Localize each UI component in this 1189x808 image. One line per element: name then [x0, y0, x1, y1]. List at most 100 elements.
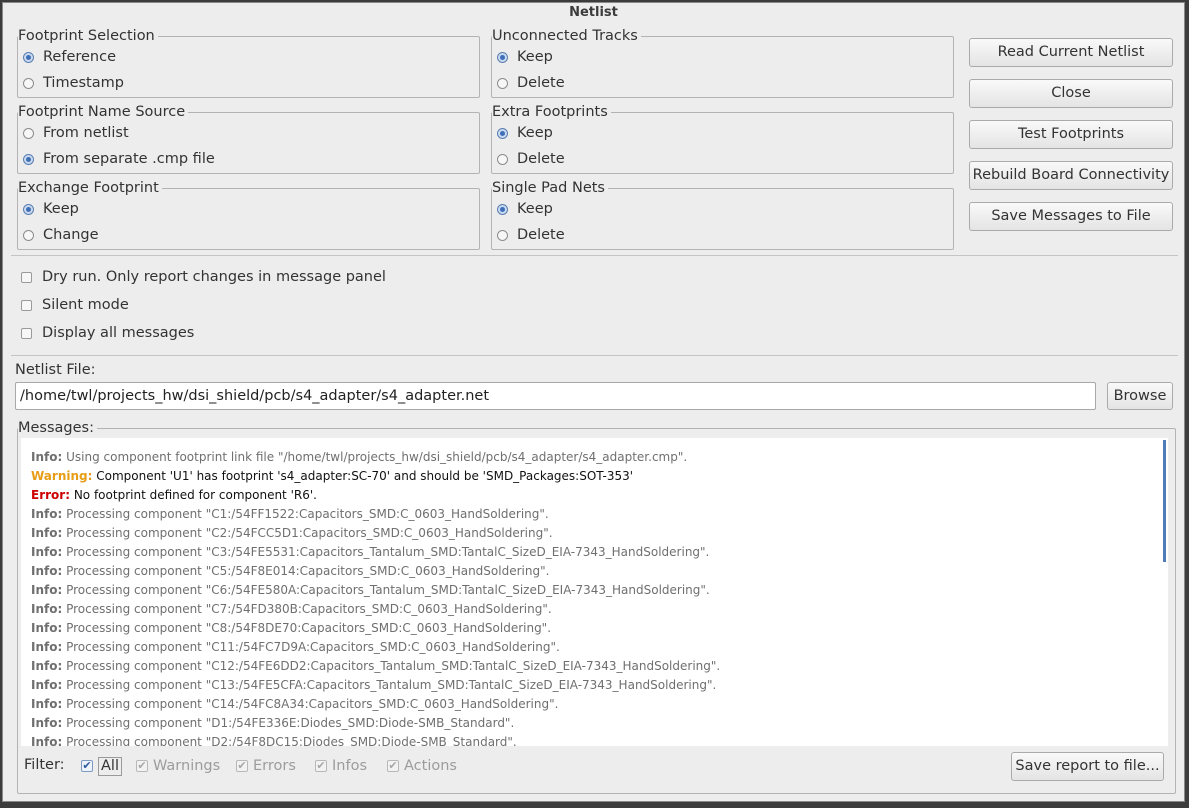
single-pad-nets-group: Single Pad Nets Keep Delete [491, 179, 954, 250]
message-severity: Info: [31, 735, 63, 746]
message-text: Processing component "C1:/54FF1522:Capac… [66, 507, 549, 521]
save-messages-button[interactable]: Save Messages to File [969, 202, 1173, 231]
message-severity: Info: [31, 526, 63, 540]
messages-scrollbar[interactable] [1163, 440, 1166, 562]
message-severity: Info: [31, 697, 63, 711]
radio-indicator[interactable] [23, 127, 34, 139]
messages-panel[interactable]: Info: Using component footprint link fil… [21, 438, 1168, 746]
footprint-selection-group: Footprint Selection Reference Timestamp [17, 27, 480, 98]
message-text: Processing component "C13:/54FE5CFA:Capa… [66, 678, 717, 692]
radio-tracks-keep[interactable]: Keep [497, 46, 553, 68]
separator [11, 355, 1178, 356]
radio-indicator[interactable] [497, 203, 508, 215]
display-all-messages-checkbox[interactable]: Display all messages [21, 323, 194, 343]
radio-timestamp[interactable]: Timestamp [23, 72, 124, 94]
radio-indicator[interactable] [23, 203, 34, 215]
radio-indicator[interactable] [497, 153, 508, 165]
check-icon[interactable]: ✔ [136, 760, 148, 772]
message-text: Processing component "C2:/54FCC5D1:Capac… [66, 526, 553, 540]
message-severity: Info: [31, 640, 63, 654]
message-severity: Info: [31, 545, 63, 559]
browse-button[interactable]: Browse [1107, 382, 1173, 410]
footprint-name-source-label: Footprint Name Source [18, 103, 189, 121]
message-severity: Info: [31, 716, 63, 730]
radio-tracks-delete[interactable]: Delete [497, 72, 565, 94]
message-text: Component 'U1' has footprint 's4_adapter… [96, 469, 634, 483]
filter-all-checkbox[interactable]: ✔ All [81, 756, 122, 776]
radio-indicator[interactable] [497, 229, 508, 241]
message-line: Info: Processing component "C11:/54FC7D9… [31, 640, 560, 654]
radio-indicator[interactable] [23, 153, 34, 165]
radio-indicator[interactable] [497, 127, 508, 139]
dialog-title: Netlist [569, 5, 618, 20]
message-line: Info: Processing component "D2:/54F8DC15… [31, 735, 517, 746]
radio-indicator[interactable] [497, 51, 508, 63]
footprint-selection-label: Footprint Selection [18, 27, 158, 45]
message-severity: Info: [31, 583, 63, 597]
separator [11, 255, 1178, 256]
radio-padnets-keep[interactable]: Keep [497, 198, 553, 220]
message-line: Info: Processing component "C1:/54FF1522… [31, 507, 549, 521]
filter-warnings-checkbox[interactable]: ✔ Warnings [136, 756, 220, 776]
checkbox-box[interactable] [21, 271, 32, 283]
message-text: Processing component "C11:/54FC7D9A:Capa… [66, 640, 560, 654]
radio-padnets-delete[interactable]: Delete [497, 224, 565, 246]
radio-from-netlist[interactable]: From netlist [23, 122, 129, 144]
checkbox-box[interactable] [21, 299, 32, 311]
close-button[interactable]: Close [969, 79, 1173, 108]
check-icon[interactable]: ✔ [236, 760, 248, 772]
message-text: Processing component "C5:/54F8E014:Capac… [66, 564, 550, 578]
message-line: Info: Processing component "D1:/54FE336E… [31, 716, 514, 730]
message-text: No footprint defined for component 'R6'. [73, 488, 317, 502]
radio-indicator[interactable] [23, 77, 34, 89]
message-line: Info: Processing component "C12:/54FE6DD… [31, 659, 720, 673]
netlist-file-input[interactable]: /home/twl/projects_hw/dsi_shield/pcb/s4_… [15, 382, 1096, 410]
check-icon[interactable]: ✔ [315, 760, 327, 772]
dry-run-checkbox[interactable]: Dry run. Only report changes in message … [21, 267, 386, 287]
filter-errors-checkbox[interactable]: ✔ Errors [236, 756, 296, 776]
filter-infos-checkbox[interactable]: ✔ Infos [315, 756, 367, 776]
message-text: Processing component "C7:/54FD380B:Capac… [66, 602, 552, 616]
radio-exchange-keep[interactable]: Keep [23, 198, 79, 220]
rebuild-board-connectivity-button[interactable]: Rebuild Board Connectivity [969, 161, 1173, 190]
unconnected-tracks-label: Unconnected Tracks [492, 27, 641, 45]
check-icon[interactable]: ✔ [387, 760, 399, 772]
checkbox-box[interactable] [21, 327, 32, 339]
radio-reference[interactable]: Reference [23, 46, 116, 68]
message-text: Processing component "C6:/54FE580A:Capac… [66, 583, 710, 597]
save-report-button[interactable]: Save report to file... [1011, 752, 1164, 781]
message-text: Processing component "C3:/54FE5531:Capac… [66, 545, 710, 559]
radio-indicator[interactable] [23, 229, 34, 241]
message-severity: Info: [31, 564, 63, 578]
radio-exchange-change[interactable]: Change [23, 224, 99, 246]
filter-actions-checkbox[interactable]: ✔ Actions [387, 756, 457, 776]
test-footprints-button[interactable]: Test Footprints [969, 120, 1173, 149]
silent-mode-checkbox[interactable]: Silent mode [21, 295, 129, 315]
message-line: Info: Processing component "C5:/54F8E014… [31, 564, 549, 578]
message-line: Info: Processing component "C7:/54FD380B… [31, 602, 552, 616]
radio-extra-delete[interactable]: Delete [497, 148, 565, 170]
unconnected-tracks-group: Unconnected Tracks Keep Delete [491, 27, 954, 98]
radio-indicator[interactable] [497, 77, 508, 89]
message-line: Error: No footprint defined for componen… [31, 488, 317, 502]
message-line: Info: Processing component "C14:/54FC8A3… [31, 697, 558, 711]
radio-extra-keep[interactable]: Keep [497, 122, 553, 144]
message-severity: Info: [31, 659, 63, 673]
netlist-file-label: Netlist File: [15, 362, 96, 378]
message-severity: Info: [31, 621, 63, 635]
exchange-footprint-label: Exchange Footprint [18, 179, 162, 197]
single-pad-nets-label: Single Pad Nets [492, 179, 608, 197]
radio-indicator[interactable] [23, 51, 34, 63]
message-severity: Info: [31, 450, 63, 464]
message-line: Info: Processing component "C2:/54FCC5D1… [31, 526, 553, 540]
message-line: Warning: Component 'U1' has footprint 's… [31, 469, 633, 483]
exchange-footprint-group: Exchange Footprint Keep Change [17, 179, 480, 250]
message-line: Info: Processing component "C3:/54FE5531… [31, 545, 709, 559]
radio-from-cmp-file[interactable]: From separate .cmp file [23, 148, 215, 170]
check-icon[interactable]: ✔ [81, 760, 93, 772]
message-line: Info: Processing component "C13:/54FE5CF… [31, 678, 716, 692]
message-severity: Info: [31, 602, 63, 616]
message-line: Info: Using component footprint link fil… [31, 450, 687, 464]
read-current-netlist-button[interactable]: Read Current Netlist [969, 38, 1173, 67]
message-severity: Error: [31, 488, 70, 502]
